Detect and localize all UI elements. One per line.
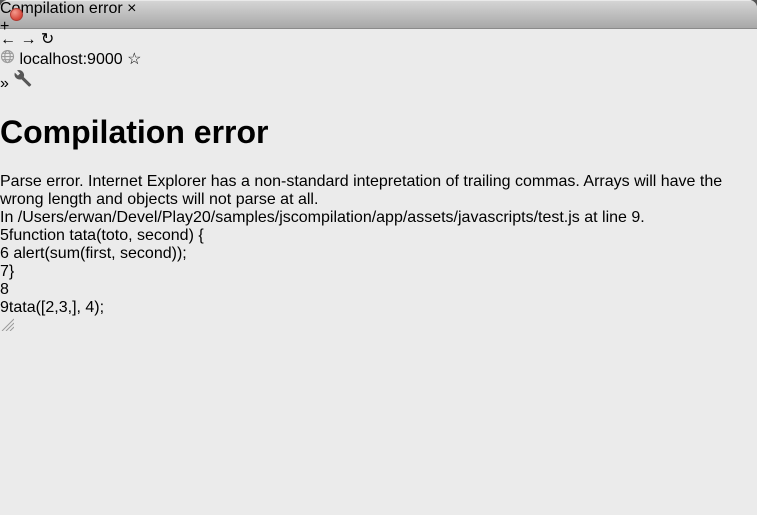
browser-window: Compilation error × + ← → ↻ localhost:90… bbox=[0, 0, 757, 515]
browser-toolbar: ← → ↻ localhost:9000 ☆ » bbox=[0, 29, 757, 93]
globe-icon bbox=[0, 49, 15, 64]
code-text: function tata(toto, second) { bbox=[9, 227, 204, 244]
window-controls bbox=[10, 8, 63, 21]
line-number: 5 bbox=[0, 227, 9, 244]
page-title: Compilation error bbox=[0, 114, 757, 151]
window-titlebar[interactable]: Compilation error × + bbox=[0, 0, 757, 29]
error-location: In /Users/erwan/Devel/Play20/samples/jsc… bbox=[0, 209, 757, 227]
code-line: 6 alert(sum(first, second)); bbox=[0, 245, 757, 263]
browser-tab[interactable]: Compilation error × bbox=[0, 0, 757, 18]
line-number: 9 bbox=[0, 299, 9, 316]
code-line: 8 bbox=[0, 281, 757, 299]
tab-close-icon[interactable]: × bbox=[127, 0, 136, 17]
code-text: } bbox=[9, 263, 14, 280]
bookmark-star-icon[interactable]: ☆ bbox=[127, 51, 141, 68]
code-text: ata([2,3,], 4); bbox=[13, 299, 104, 316]
new-tab-button[interactable]: + bbox=[0, 18, 757, 36]
address-bar[interactable]: localhost:9000 ☆ bbox=[0, 49, 757, 69]
wrench-menu-button[interactable] bbox=[13, 75, 32, 92]
line-number: 6 bbox=[0, 245, 9, 262]
wrench-icon bbox=[13, 69, 32, 88]
code-line: 7} bbox=[0, 263, 757, 281]
line-number: 7 bbox=[0, 263, 9, 280]
plus-icon: + bbox=[0, 18, 9, 35]
window-close-button[interactable] bbox=[10, 8, 23, 21]
line-number: 8 bbox=[0, 281, 9, 298]
error-header: Compilation error bbox=[0, 114, 757, 151]
url-port: :9000 bbox=[83, 51, 123, 68]
line-content: tata([2,3,], 4); bbox=[9, 299, 104, 316]
page-background bbox=[0, 317, 757, 336]
resize-grip-icon[interactable] bbox=[0, 317, 14, 331]
line-content: function tata(toto, second) { bbox=[9, 227, 204, 244]
code-line: 9tata([2,3,], 4); bbox=[0, 299, 757, 317]
error-message: Parse error. Internet Explorer has a non… bbox=[0, 173, 757, 209]
code-text: alert(sum(first, second)); bbox=[9, 245, 187, 262]
code-listing: 5function tata(toto, second) {6 alert(su… bbox=[0, 227, 757, 317]
line-content: } bbox=[9, 263, 14, 280]
overflow-extensions-button[interactable]: » bbox=[0, 75, 9, 92]
page-content: Compilation error Parse error. Internet … bbox=[0, 93, 757, 336]
line-content: alert(sum(first, second)); bbox=[9, 245, 187, 262]
url-host: localhost bbox=[19, 51, 82, 68]
code-line: 5function tata(toto, second) { bbox=[0, 227, 757, 245]
window-zoom-button[interactable] bbox=[50, 8, 63, 21]
window-minimize-button[interactable] bbox=[30, 8, 43, 21]
